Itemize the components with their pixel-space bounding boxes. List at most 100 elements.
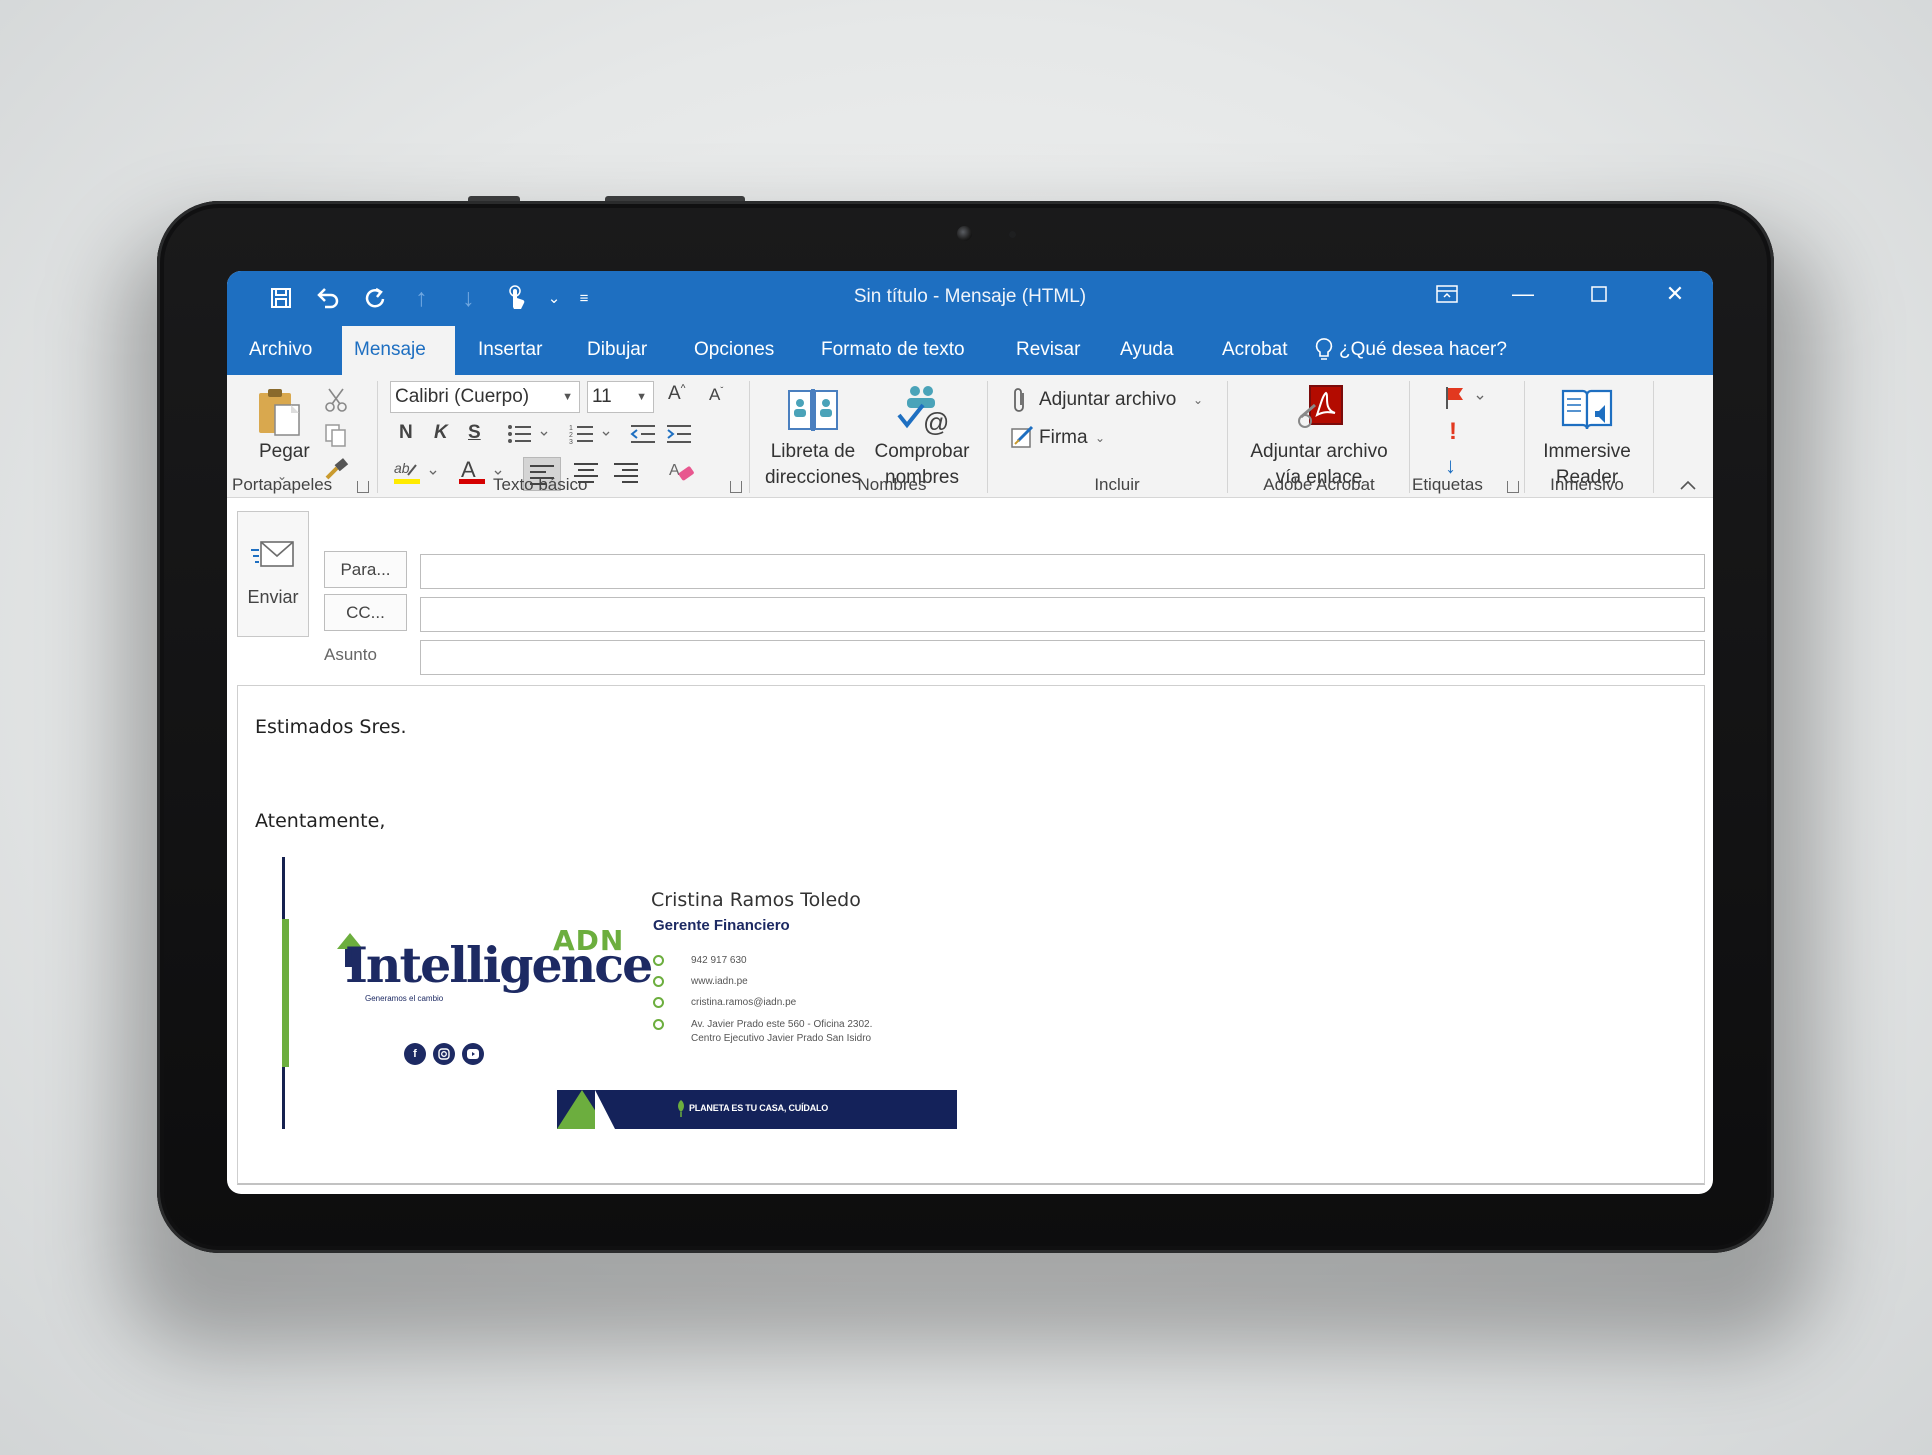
to-field[interactable] [420,554,1705,589]
address-book-icon[interactable] [785,385,841,438]
signature-title: Gerente Financiero [653,917,790,934]
signature-icon[interactable] [1010,423,1036,454]
basic-text-launcher-icon[interactable] [730,481,742,493]
cc-field[interactable] [420,597,1705,632]
italic-button[interactable]: K [434,422,448,444]
attach-file-dropdown-icon[interactable]: ⌄ [1193,389,1203,411]
signature-phone: 942 917 630 [691,955,747,966]
globe-icon [653,976,664,987]
signature-accent-line [282,1067,285,1129]
ribbon-display-options-icon[interactable] [1409,271,1485,317]
font-size-dropdown-icon: ▼ [636,391,647,403]
increase-indent-icon[interactable] [665,423,693,450]
signature-accent-line [282,919,289,1067]
shrink-font-icon[interactable]: Aˇ [709,385,723,405]
tablet-frame: ↑ ↓ ⌄ ≡ Sin título - Mensaje (HTML) — ✕ [157,201,1774,1253]
group-label-nombres: Nombres [857,475,927,494]
maximize-icon[interactable] [1561,271,1637,317]
cut-icon[interactable] [324,387,348,418]
decrease-indent-icon[interactable] [629,423,657,450]
paperclip-icon[interactable] [1012,387,1028,418]
bold-button[interactable]: N [399,422,413,444]
paste-button-label[interactable]: Pegar [259,441,310,463]
group-label-adobe-acrobat: Adobe Acrobat [1263,475,1375,494]
tab-opciones[interactable]: Opciones [694,326,774,375]
bullets-icon[interactable] [507,423,551,450]
signature-web[interactable]: www.iadn.pe [691,975,748,989]
svg-text:A: A [669,462,680,479]
tab-dibujar[interactable]: Dibujar [587,326,647,375]
paste-icon[interactable] [257,387,303,442]
immersive-reader-label-1[interactable]: Immersive [1527,441,1647,463]
svg-text:@: @ [923,407,949,435]
signature-name: Cristina Ramos Toledo [651,889,861,911]
ribbon-tabs: Archivo Mensaje Insertar Dibujar Opcione… [227,326,1713,376]
tab-ayuda[interactable]: Ayuda [1120,326,1174,375]
logo-intelligence: Intelligence [345,936,653,994]
close-icon[interactable]: ✕ [1637,271,1713,317]
font-size-value: 11 [592,386,612,407]
numbering-icon[interactable]: 123 [569,423,613,450]
signature-dropdown-icon[interactable]: ⌄ [1095,427,1105,449]
minimize-icon[interactable]: — [1485,271,1561,317]
underline-button[interactable]: S [468,422,481,444]
clipboard-launcher-icon[interactable] [357,481,369,493]
tags-launcher-icon[interactable] [1507,481,1519,493]
copy-icon[interactable] [324,423,348,452]
message-body[interactable] [237,685,1705,1185]
cc-button[interactable]: CC... [324,594,407,631]
youtube-icon[interactable] [462,1043,484,1065]
email-icon [653,997,664,1008]
svg-text:ab: ab [394,460,410,476]
high-importance-icon[interactable]: ! [1449,420,1457,444]
tab-archivo[interactable]: Archivo [249,326,312,375]
tab-revisar[interactable]: Revisar [1016,326,1080,375]
subject-label: Asunto [324,645,377,664]
clear-formatting-icon[interactable]: A [667,459,697,492]
tell-me-search[interactable]: ¿Qué desea hacer? [1339,326,1507,375]
tab-mensaje[interactable]: Mensaje [342,326,455,376]
send-button-label: Enviar [247,587,299,607]
signature-button[interactable]: Firma [1039,427,1088,449]
to-button[interactable]: Para... [324,551,407,588]
logo-tagline: Generamos el cambio [365,994,444,1003]
send-button[interactable]: Enviar [237,511,309,637]
align-right-icon[interactable] [612,460,640,491]
signature-email[interactable]: cristina.ramos@iadn.pe [691,996,796,1010]
check-names-icon[interactable]: @ [895,383,951,440]
svg-text:3: 3 [569,439,573,445]
group-label-incluir: Incluir [1094,475,1140,494]
immersive-reader-icon[interactable] [1559,385,1615,440]
banner-white-slant [595,1090,615,1129]
grow-font-icon[interactable]: A^ [668,383,685,405]
group-separator [987,381,988,493]
group-separator [1653,381,1654,493]
attach-file-button[interactable]: Adjuntar archivo [1039,389,1176,411]
location-pin-icon [653,1019,664,1030]
group-separator [749,381,750,493]
follow-up-flag-icon[interactable] [1443,385,1487,416]
group-separator [1227,381,1228,493]
facebook-icon[interactable]: f [404,1043,426,1065]
address-book-label-1[interactable]: Libreta de [753,441,873,463]
highlight-color-icon[interactable]: ab [392,459,442,492]
font-name-select[interactable]: Calibri (Cuerpo) ▼ [390,381,580,413]
subject-field[interactable] [420,640,1705,675]
tab-formato-de-texto[interactable]: Formato de texto [821,326,965,375]
svg-text:A: A [461,459,476,482]
body-greeting: Estimados Sres. [255,716,407,738]
instagram-icon[interactable] [433,1043,455,1065]
group-separator [1524,381,1525,493]
low-importance-icon[interactable]: ↓ [1445,455,1456,477]
font-size-select[interactable]: 11 ▼ [587,381,654,413]
ribbon: Pegar ⌄ Portapapeles Calibri (Cuerpo) ▼ … [227,375,1713,498]
check-names-label-1[interactable]: Comprobar [865,441,979,463]
signature-address-2: Centro Ejecutivo Javier Prado San Isidro [691,1033,872,1044]
attach-link-label-1[interactable]: Adjuntar archivo [1237,441,1401,463]
tab-insertar[interactable]: Insertar [478,326,542,375]
collapse-ribbon-icon[interactable] [1679,478,1697,496]
tab-acrobat[interactable]: Acrobat [1222,326,1287,375]
signature-accent-line [282,857,285,919]
svg-text:1: 1 [569,425,573,432]
adobe-acrobat-icon[interactable] [1295,383,1347,440]
